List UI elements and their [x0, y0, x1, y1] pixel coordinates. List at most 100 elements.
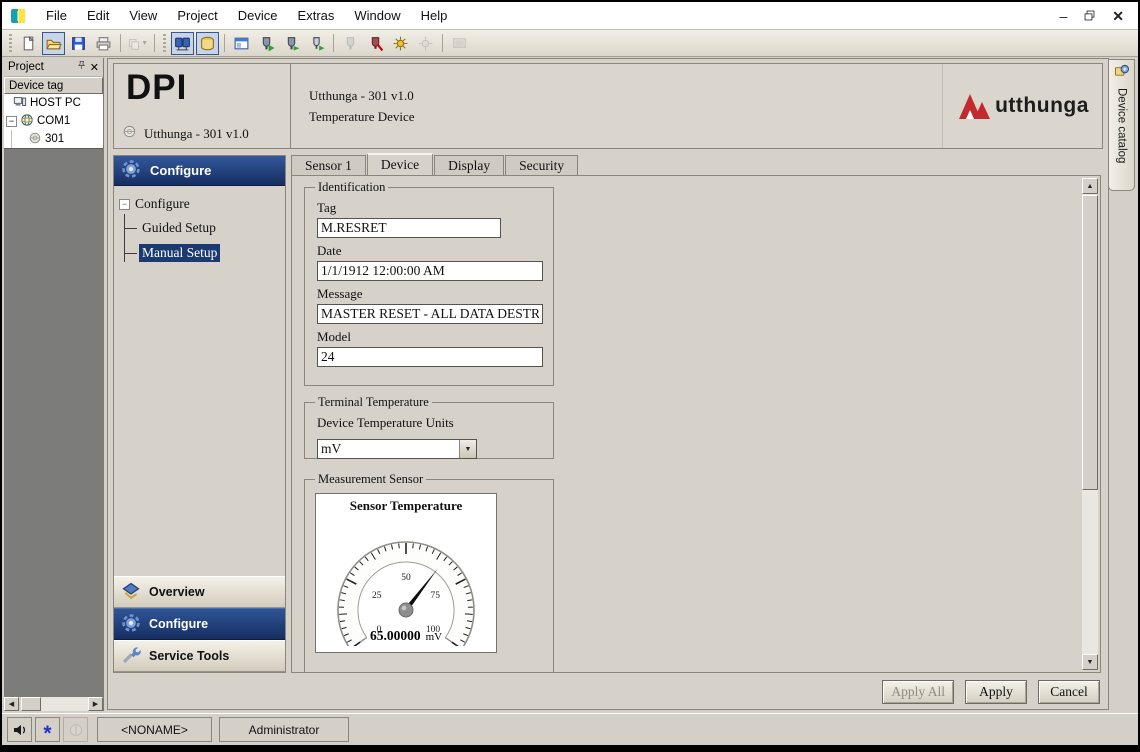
menu-view[interactable]: View — [119, 4, 167, 27]
tree-item-301[interactable]: 301 — [4, 130, 103, 148]
device-temperature-units-select[interactable]: mV ▼ — [317, 439, 477, 459]
tab-display[interactable]: Display — [434, 155, 504, 175]
menu-help[interactable]: Help — [411, 4, 458, 27]
device-type: Temperature Device — [309, 109, 942, 125]
apply-all-button[interactable]: Apply All — [882, 680, 954, 704]
current-user-field[interactable]: Administrator — [219, 717, 349, 742]
scroll-right-icon[interactable]: ▶ — [88, 697, 103, 711]
tree-item-manual-setup[interactable]: Manual Setup — [139, 244, 220, 262]
cancel-button[interactable]: Cancel — [1038, 680, 1100, 704]
menu-window[interactable]: Window — [344, 4, 410, 27]
scroll-up-icon[interactable]: ▲ — [1082, 178, 1098, 194]
minimize-icon[interactable]: – — [1059, 9, 1067, 23]
menu-file[interactable]: File — [36, 4, 77, 27]
com-port-icon — [20, 113, 34, 130]
device-catalog-tab[interactable]: Device catalog — [1108, 59, 1135, 191]
content-vertical-scrollbar[interactable]: ▲ ▼ — [1082, 178, 1098, 670]
tools-icon — [121, 645, 141, 668]
title-bar: FileEditViewProjectDeviceExtrasWindowHel… — [2, 2, 1138, 30]
new-document-button[interactable] — [17, 32, 40, 55]
new-window-button[interactable] — [230, 32, 253, 55]
field-input-tag[interactable] — [317, 218, 501, 238]
window-bottom-edge — [2, 745, 1138, 750]
nav-button-label: Overview — [149, 585, 205, 599]
new-document-icon — [20, 35, 37, 52]
tree-item-com1[interactable]: − COM1 — [4, 112, 103, 130]
nav-button-service-tools[interactable]: Service Tools — [114, 640, 285, 672]
collapse-icon[interactable]: − — [119, 199, 130, 210]
open-folder-button[interactable] — [42, 32, 65, 55]
identification-legend: Identification — [315, 180, 388, 195]
tree-item-guided-setup[interactable]: Guided Setup — [139, 219, 219, 237]
toolbar-separator — [120, 34, 121, 52]
window-controls: – ✕ — [1059, 9, 1130, 23]
field-input-model[interactable] — [317, 347, 543, 367]
terminal-temperature-group: Terminal Temperature Device Temperature … — [304, 395, 554, 459]
dtm-model-cell: DPI Utthunga - 301 v1.0 — [114, 64, 291, 148]
scroll-track[interactable] — [41, 697, 88, 711]
connect-device-button[interactable] — [255, 32, 278, 55]
store-to-device-button[interactable] — [305, 32, 328, 55]
diagnosis-button[interactable] — [389, 32, 412, 55]
network-view-button[interactable] — [171, 32, 194, 55]
device-error-button[interactable] — [364, 32, 387, 55]
print-button[interactable] — [92, 32, 115, 55]
field-label-date: Date — [317, 243, 545, 259]
collapse-icon[interactable]: − — [6, 116, 17, 127]
tab-content: Identification TagDateMessageModel Termi… — [291, 175, 1101, 673]
save-button[interactable] — [67, 32, 90, 55]
menu-bar: FileEditViewProjectDeviceExtrasWindowHel… — [36, 4, 457, 27]
device-model-title: DPI — [126, 68, 278, 108]
tree-connector — [124, 214, 125, 262]
device-error-icon — [367, 35, 384, 52]
restore-icon[interactable] — [1083, 9, 1096, 22]
scroll-thumb[interactable] — [1082, 195, 1098, 490]
field-label-tag: Tag — [317, 200, 545, 216]
toolbar-grip — [163, 34, 166, 52]
tree-indent — [11, 130, 25, 148]
open-folder-icon — [45, 35, 62, 52]
terminal-temperature-legend: Terminal Temperature — [315, 395, 432, 410]
tab-security[interactable]: Security — [505, 155, 578, 175]
menu-device[interactable]: Device — [228, 4, 288, 27]
field-input-message[interactable] — [317, 304, 543, 324]
close-panel-icon[interactable]: ✕ — [90, 61, 99, 74]
configure-tree: − Configure Guided Setup Manual Setup — [114, 186, 285, 576]
field-input-date[interactable] — [317, 261, 543, 281]
app-icon — [10, 8, 26, 24]
overview-icon — [121, 581, 141, 604]
tab-sensor-1[interactable]: Sensor 1 — [291, 155, 366, 175]
device-catalog-toggle-button[interactable] — [196, 32, 219, 55]
device-catalog-icon — [1114, 63, 1130, 83]
close-icon[interactable]: ✕ — [1112, 9, 1124, 23]
scroll-left-icon[interactable]: ◀ — [4, 697, 19, 711]
menu-edit[interactable]: Edit — [77, 4, 119, 27]
tree-item-host-pc[interactable]: HOST PC — [4, 94, 103, 112]
project-horizontal-scrollbar[interactable]: ◀ ▶ — [4, 696, 103, 711]
svg-text:50: 50 — [401, 573, 411, 583]
scroll-thumb[interactable] — [21, 697, 41, 711]
apply-button[interactable]: Apply — [965, 680, 1027, 704]
scroll-down-icon[interactable]: ▼ — [1082, 654, 1098, 670]
asterisk-icon[interactable]: * — [35, 717, 60, 742]
nav-header-label: Configure — [150, 163, 211, 178]
pin-icon[interactable] — [76, 60, 87, 74]
tree-item-label: COM1 — [37, 115, 70, 127]
tree-item-label: 301 — [45, 133, 64, 145]
copy-dropdown-icon — [127, 35, 140, 52]
store-to-device-icon — [308, 35, 325, 52]
compare-button — [414, 32, 437, 55]
device-model-sub: Utthunga - 301 v1.0 — [144, 126, 249, 142]
load-from-device-button[interactable] — [280, 32, 303, 55]
toolbar-separator — [154, 34, 155, 52]
tab-device[interactable]: Device — [367, 153, 433, 175]
menu-extras[interactable]: Extras — [288, 4, 345, 27]
connection-icon[interactable] — [7, 717, 32, 742]
toolbar-separator — [442, 34, 443, 52]
project-name-field: <NONAME> — [97, 717, 212, 742]
nav-button-overview[interactable]: Overview — [114, 576, 285, 608]
menu-project[interactable]: Project — [167, 4, 227, 27]
nav-button-configure[interactable]: Configure — [114, 608, 285, 640]
tree-item-configure[interactable]: − Configure — [119, 196, 285, 212]
chevron-down-icon[interactable]: ▼ — [459, 440, 476, 458]
